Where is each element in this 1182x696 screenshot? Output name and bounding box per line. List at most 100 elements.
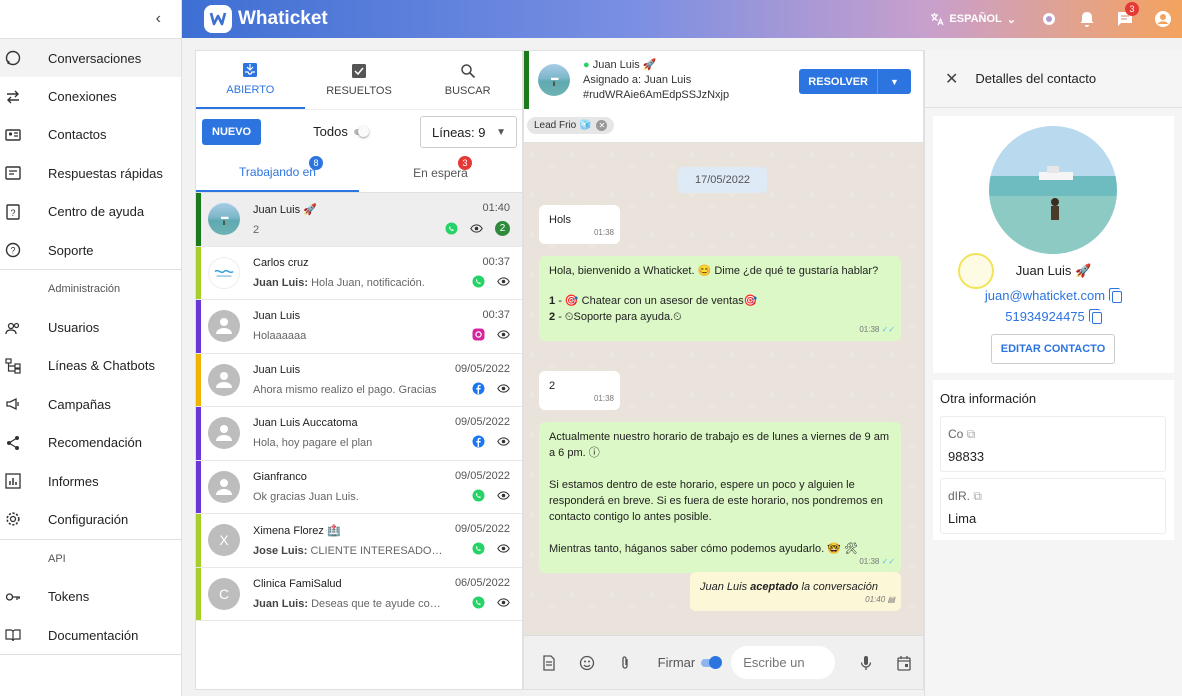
- ticket-last-message: Hola, hoy pagare el plan: [253, 437, 373, 450]
- message-text: Si estamos dentro de este horario, esper…: [549, 479, 883, 523]
- ticket-item[interactable]: Carlos cruz Juan Luis: Hola Juan, notific…: [196, 246, 522, 300]
- line-color-bar: [196, 353, 201, 406]
- attach-button[interactable]: [606, 655, 644, 671]
- signature-toggle[interactable]: Firmar: [658, 655, 723, 670]
- schedule-button[interactable]: [885, 655, 923, 671]
- edit-contact-button[interactable]: EDITAR CONTACTO: [991, 334, 1115, 364]
- brand-logo[interactable]: Whaticket: [204, 5, 328, 33]
- extra-field: dIR. ⧉ Lima: [940, 478, 1166, 534]
- gear-icon: [5, 511, 21, 527]
- voice-button[interactable]: [847, 655, 885, 671]
- ticket-last-message: Jose Luis: CLIENTE INTERESADO, P...: [253, 544, 443, 557]
- tab-abierto[interactable]: ABIERTO: [196, 51, 305, 109]
- show-all-toggle[interactable]: Todos: [313, 124, 369, 139]
- message-input[interactable]: [731, 646, 836, 679]
- sidebar-item-informes[interactable]: Informes: [0, 462, 181, 500]
- theme-toggle-button[interactable]: [1030, 0, 1068, 38]
- line-color-bar: [196, 193, 201, 246]
- tab-resueltos[interactable]: RESUELTOS: [305, 51, 414, 109]
- ticket-item[interactable]: X Ximena Florez 🏥 Jose Luis: CLIENTE INTER…: [196, 514, 522, 568]
- eye-icon[interactable]: [497, 542, 510, 555]
- other-info-section: Otra información Co ⧉ 98833 dIR. ⧉ Lima: [933, 380, 1174, 540]
- whatsapp-icon: ●: [583, 58, 590, 71]
- whatsapp-icon: [472, 489, 485, 501]
- avatar: [208, 256, 240, 289]
- contact-avatar[interactable]: [538, 64, 570, 96]
- eye-icon[interactable]: [497, 489, 510, 502]
- subtab-en-espera[interactable]: En espera 3: [359, 153, 522, 192]
- sidebar-item-documentacion[interactable]: Documentación: [0, 616, 181, 654]
- person-icon: [216, 425, 232, 442]
- ticket-item[interactable]: Juan Luis Holaaaaaa 00:37: [196, 300, 522, 354]
- eye-icon[interactable]: [497, 275, 510, 288]
- collapse-sidebar-chevron-icon[interactable]: ‹: [156, 10, 161, 28]
- eye-icon[interactable]: [497, 328, 510, 341]
- show-all-switch[interactable]: [353, 125, 369, 137]
- ticket-item[interactable]: Juan Luis 🚀 2 01:40 2: [196, 193, 522, 247]
- sidebar-item-soporte[interactable]: ? Soporte: [0, 231, 181, 269]
- beach-photo: [989, 126, 1117, 254]
- dropdown-arrow-icon: ▼: [496, 127, 506, 138]
- eye-icon[interactable]: [497, 596, 510, 609]
- eye-icon[interactable]: [470, 222, 483, 235]
- ticket-item[interactable]: C Clinica FamiSalud Juan Luis: Deseas que …: [196, 567, 522, 621]
- quick-replies-button[interactable]: [530, 654, 568, 671]
- sidebar-item-lineas-chatbots[interactable]: Líneas & Chatbots: [0, 347, 181, 385]
- sidebar-item-conversaciones[interactable]: Conversaciones: [0, 39, 181, 78]
- sidebar-item-campanas[interactable]: Campañas: [0, 385, 181, 423]
- sidebar-item-usuarios[interactable]: Usuarios: [0, 308, 181, 346]
- sidebar-item-respuestas-rapidas[interactable]: Respuestas rápidas: [0, 154, 181, 192]
- sidebar-item-conexiones[interactable]: Conexiones: [0, 77, 181, 115]
- chats-button[interactable]: 3: [1106, 0, 1144, 38]
- copy-icon[interactable]: ⧉: [973, 489, 982, 503]
- language-selector[interactable]: ESPAÑOL ⌄: [930, 12, 1016, 26]
- new-ticket-button[interactable]: NUEVO: [202, 118, 262, 145]
- person-icon: [216, 318, 232, 335]
- message-bubble: Hols 01:38: [539, 205, 620, 244]
- copy-email-icon[interactable]: [1109, 287, 1123, 303]
- ticket-time: 01:40: [482, 202, 510, 214]
- remove-tag-icon[interactable]: ✕: [596, 120, 608, 131]
- ticket-last-message: Ok gracias Juan Luis.: [253, 490, 359, 503]
- sidebar-item-configuracion[interactable]: Configuración: [0, 500, 181, 538]
- ticket-item[interactable]: Gianfranco Ok gracias Juan Luis. 09/05/202…: [196, 460, 522, 514]
- close-icon[interactable]: ✕: [945, 69, 958, 89]
- sidebar-item-tokens[interactable]: Tokens: [0, 578, 181, 616]
- contact-phone[interactable]: 51934924475: [1005, 309, 1085, 324]
- note-icon: ▤: [887, 595, 895, 604]
- message-bubble: 2 01:38: [539, 371, 620, 410]
- eye-icon[interactable]: [497, 435, 510, 448]
- line-color-bar: [196, 514, 201, 567]
- contact-photo[interactable]: [989, 126, 1117, 254]
- contact-email[interactable]: juan@whaticket.com: [985, 288, 1105, 303]
- lines-select[interactable]: Líneas: 9 ▼: [420, 116, 517, 148]
- megaphone-icon: [5, 396, 21, 412]
- chat-header: ● Juan Luis 🚀 Asignado a: Juan Luis #rud…: [524, 51, 923, 109]
- message-time: 01:38: [593, 394, 614, 403]
- eye-icon[interactable]: [497, 382, 510, 395]
- copy-phone-icon[interactable]: [1088, 308, 1102, 324]
- sidebar-item-contactos[interactable]: Contactos: [0, 116, 181, 154]
- brand-logo-image: [214, 269, 234, 277]
- facebook-icon: [472, 382, 485, 394]
- sidebar-item-centro-de-ayuda[interactable]: ? Centro de ayuda: [0, 193, 181, 231]
- help-icon: ?: [5, 204, 21, 220]
- copy-icon[interactable]: ⧉: [967, 427, 976, 441]
- tag-chip[interactable]: Lead Frio 🧊 ✕: [527, 117, 615, 134]
- resolve-split-button: RESOLVER ▼: [799, 69, 911, 94]
- resolve-button[interactable]: RESOLVER: [799, 69, 877, 94]
- date-separator: 17/05/2022: [678, 167, 768, 193]
- check-box-icon: [352, 64, 366, 78]
- ticket-item[interactable]: Juan Luis Auccatoma Hola, hoy pagare el p…: [196, 407, 522, 461]
- svg-text:?: ?: [10, 246, 15, 256]
- subtab-trabajando-en[interactable]: Trabajando en 8: [196, 153, 359, 192]
- resolve-options-chevron-icon[interactable]: ▼: [877, 69, 911, 94]
- emoji-button[interactable]: [568, 655, 606, 671]
- line-color-bar: [196, 246, 201, 299]
- tab-buscar[interactable]: BUSCAR: [413, 51, 522, 109]
- notifications-button[interactable]: [1068, 0, 1106, 38]
- account-button[interactable]: [1144, 0, 1182, 38]
- signature-switch[interactable]: [701, 655, 723, 669]
- ticket-item[interactable]: Juan Luis Ahora mismo realizo el pago. Gr…: [196, 353, 522, 407]
- sidebar-item-recomendacion[interactable]: Recomendación: [0, 424, 181, 462]
